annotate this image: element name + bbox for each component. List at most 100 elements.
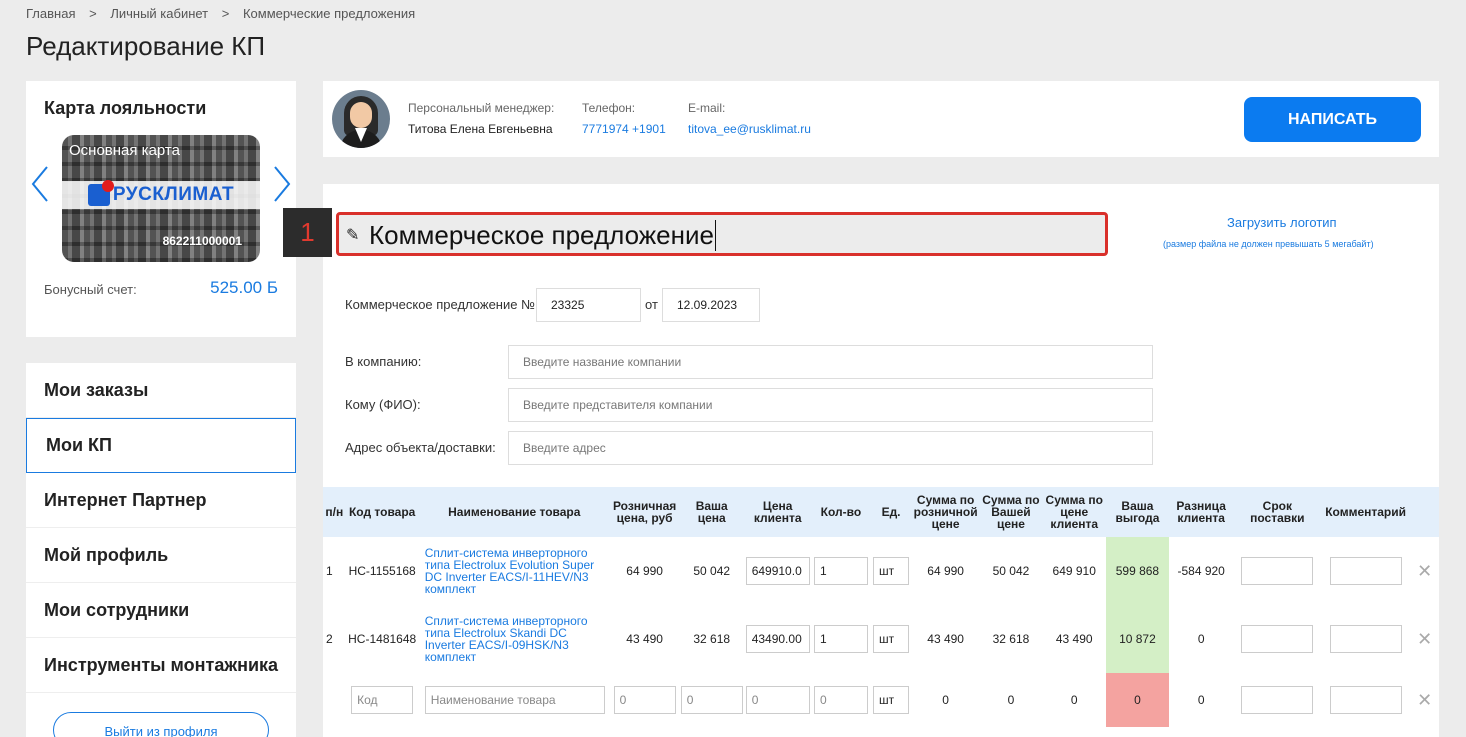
breadcrumb-separator: > xyxy=(89,6,97,21)
comment-cell xyxy=(1321,605,1410,673)
table-row: 1 НС-1155168 Сплит-система инверторного … xyxy=(323,537,1439,605)
menu-item-internet-partner[interactable]: Интернет Партнер xyxy=(26,473,296,528)
delivery-term-input[interactable] xyxy=(1241,557,1314,585)
comment-input[interactable] xyxy=(1329,625,1402,653)
upload-logo-link[interactable]: Загрузить логотип xyxy=(1227,215,1337,230)
code-cell: Код xyxy=(346,673,419,727)
pencil-icon: ✎ xyxy=(346,227,360,244)
loyalty-title: Карта лояльности xyxy=(44,98,207,118)
offer-title-input[interactable]: ✎ Коммерческое предложение xyxy=(336,212,1108,256)
breadcrumb-account[interactable]: Личный кабинет xyxy=(110,6,208,21)
sum-retail: 0 xyxy=(942,693,949,707)
menu-item-employees[interactable]: Мои сотрудники xyxy=(26,583,296,638)
unit-select[interactable]: шт xyxy=(873,557,910,585)
client-difference: -584 920 xyxy=(1177,564,1225,578)
client-price-input[interactable]: 649910.0 xyxy=(745,557,810,585)
offer-date-input[interactable]: 12.09.2023 xyxy=(662,288,760,322)
benefit-value: 599 868 xyxy=(1106,537,1169,605)
manager-label: Персональный менеджер: xyxy=(408,101,555,115)
unit-cell: шт xyxy=(871,673,912,727)
bonus-value: 525.00 Б xyxy=(210,278,278,297)
new-retail-input[interactable]: 0 xyxy=(613,686,676,714)
recipient-input[interactable]: Введите представителя компании xyxy=(508,388,1153,422)
sum-client: 649 910 xyxy=(1052,564,1096,578)
address-input[interactable]: Введите адрес xyxy=(508,431,1153,465)
col-header: Сумма по Вашей цене xyxy=(979,487,1043,537)
write-button[interactable]: НАПИСАТЬ xyxy=(1244,97,1421,142)
new-comment-input[interactable] xyxy=(1329,686,1402,714)
address-label: Адрес объекта/доставки: xyxy=(345,440,496,455)
col-header: Сумма по розничной цене xyxy=(911,487,980,537)
col-header: Цена клиента xyxy=(743,487,812,537)
menu-item-installer-tools[interactable]: Инструменты монтажника xyxy=(26,638,296,693)
menu-item-kp[interactable]: Мои КП xyxy=(26,418,296,473)
new-unit-select[interactable]: шт xyxy=(873,686,910,714)
sum-retail: 43 490 xyxy=(927,632,964,646)
comment-cell xyxy=(1321,537,1410,605)
delete-row-icon[interactable]: ✕ xyxy=(1417,690,1432,710)
delete-row-icon[interactable]: ✕ xyxy=(1417,629,1432,649)
unit-cell: шт xyxy=(871,537,912,605)
qty-cell: 0 xyxy=(811,673,870,727)
col-header: Сумма по цене клиента xyxy=(1042,487,1107,537)
comment-input[interactable] xyxy=(1329,557,1402,585)
new-item-row: Код Наименование товара 0 0 0 0 шт 0 0 0… xyxy=(323,673,1439,727)
card-number: 862211000001 xyxy=(162,234,242,248)
manager-phone[interactable]: 7771974 +1901 xyxy=(582,122,666,136)
sum-your: 50 042 xyxy=(992,564,1030,578)
menu-item-orders[interactable]: Мои заказы xyxy=(26,363,296,418)
delivery-cell xyxy=(1234,605,1321,673)
offer-title-text: Коммерческое предложение xyxy=(369,220,716,251)
client-difference: 0 xyxy=(1197,632,1205,646)
loyalty-card-panel: Карта лояльности Основная карта РУСКЛИМА… xyxy=(26,81,296,337)
new-qty-input[interactable]: 0 xyxy=(813,686,868,714)
qty-cell: 1 xyxy=(811,537,870,605)
logout-button[interactable]: Выйти из профиля xyxy=(53,712,269,737)
new-your-price-input[interactable]: 0 xyxy=(680,686,743,714)
qty-input[interactable]: 1 xyxy=(813,557,868,585)
manager-email[interactable]: titova_ee@rusklimat.ru xyxy=(688,122,811,136)
delete-row-icon[interactable]: ✕ xyxy=(1417,561,1432,581)
company-label: В компанию: xyxy=(345,354,422,369)
retail-price: 64 990 xyxy=(626,564,663,578)
qty-input[interactable]: 1 xyxy=(813,625,868,653)
card-title: Основная карта xyxy=(69,142,180,159)
col-header-delete xyxy=(1410,487,1439,537)
prev-card-arrow-icon[interactable] xyxy=(30,165,50,203)
row-number: 2 xyxy=(326,632,333,646)
unit-cell: шт xyxy=(871,605,912,673)
menu-item-profile[interactable]: Мой профиль xyxy=(26,528,296,583)
product-name-link[interactable]: Сплит-система инверторного типа Electrol… xyxy=(419,537,610,605)
new-code-input[interactable]: Код xyxy=(351,686,414,714)
breadcrumb-offers[interactable]: Коммерческие предложения xyxy=(243,6,415,21)
new-name-input[interactable]: Наименование товара xyxy=(424,686,605,714)
personal-manager-panel: Персональный менеджер: Титова Елена Евге… xyxy=(323,81,1439,157)
col-header: Ваша цена xyxy=(679,487,744,537)
unit-select[interactable]: шт xyxy=(873,625,910,653)
delivery-cell xyxy=(1234,673,1321,727)
col-header: Ваша выгода xyxy=(1106,487,1169,537)
page-title: Редактирование КП xyxy=(26,31,266,61)
col-header: Кол-во xyxy=(811,487,871,537)
next-card-arrow-icon[interactable] xyxy=(272,165,292,203)
delete-cell: ✕ xyxy=(1410,605,1439,673)
col-header: п/н xyxy=(323,487,346,537)
new-delivery-term-input[interactable] xyxy=(1241,686,1314,714)
brand-name: РУСКЛИМАТ xyxy=(112,184,235,205)
offer-number-input[interactable]: 23325 xyxy=(536,288,641,322)
col-header: Розничная цена, руб xyxy=(609,487,680,537)
product-name-link[interactable]: Сплит-система инверторного типа Electrol… xyxy=(419,605,610,673)
commercial-offer-form: 1 ✎ Коммерческое предложение Загрузить л… xyxy=(283,184,1439,737)
breadcrumb-separator: > xyxy=(221,6,230,21)
client-price-input[interactable]: 43490.00 xyxy=(745,625,810,653)
company-input[interactable]: Введите название компании xyxy=(508,345,1153,379)
your-price: 50 042 xyxy=(693,564,731,578)
col-header: Код товара xyxy=(345,487,419,537)
product-code: НС-1155168 xyxy=(348,564,416,578)
delete-cell: ✕ xyxy=(1410,673,1439,727)
step-number-badge: 1 xyxy=(283,208,332,257)
delivery-term-input[interactable] xyxy=(1241,625,1314,653)
new-client-price-input[interactable]: 0 xyxy=(745,686,810,714)
client-price-cell: 43490.00 xyxy=(744,605,811,673)
breadcrumb-home[interactable]: Главная xyxy=(26,6,75,21)
